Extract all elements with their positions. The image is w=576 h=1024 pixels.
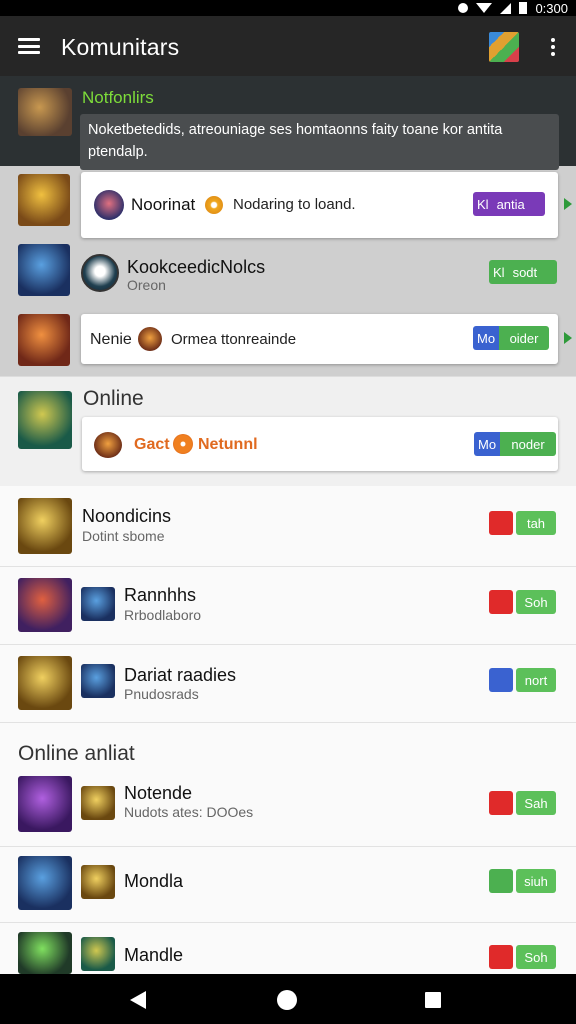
card-name: Noorinat: [131, 195, 196, 214]
player-name: Mandle: [124, 945, 184, 965]
chevron-right-icon[interactable]: [564, 332, 572, 344]
online-card[interactable]: Gact Netunnl Mo noder: [82, 417, 558, 471]
join-button[interactable]: Soh: [516, 590, 556, 614]
card-message: Ormea ttonreainde: [171, 331, 297, 348]
join-button[interactable]: Soh: [516, 945, 556, 969]
avatar: [138, 327, 162, 351]
featured-title[interactable]: Notfonlirs: [82, 88, 154, 108]
game-icon[interactable]: [489, 791, 513, 815]
status-bar: 0:300: [0, 0, 576, 16]
card-name: Nenie: [90, 331, 132, 348]
game-icon[interactable]: [489, 668, 513, 692]
back-icon[interactable]: [130, 991, 146, 1009]
featured-thumbnail[interactable]: [18, 88, 72, 136]
status-icon: [173, 434, 193, 454]
divider: [0, 644, 576, 645]
avatar: [81, 664, 115, 698]
card-text: Gact: [134, 436, 170, 453]
store-icon[interactable]: [489, 32, 519, 62]
player-name: Dariat raadies: [124, 665, 237, 685]
more-options-icon[interactable]: [550, 38, 556, 56]
menu-icon[interactable]: [18, 38, 40, 54]
game-thumbnail[interactable]: [18, 314, 70, 366]
online-section: Online Gact Netunnl Mo noder: [0, 376, 576, 486]
section-heading: Online anliat: [18, 742, 135, 765]
avatar: [81, 254, 119, 292]
status-time: 0:300: [535, 0, 568, 16]
cards-section: Noorinat Nodaring to loand. Kl antia Koo…: [0, 166, 576, 376]
game-thumbnail[interactable]: [18, 656, 72, 710]
game-thumbnail[interactable]: [18, 932, 72, 974]
chevron-right-icon[interactable]: [564, 198, 572, 210]
game-icon[interactable]: [489, 511, 513, 535]
divider: [0, 922, 576, 923]
join-button[interactable]: tah: [516, 511, 556, 535]
app-bar: Komunitars: [0, 16, 576, 76]
navigation-bar: [0, 974, 576, 1024]
player-status: Rrbodlaboro: [124, 607, 202, 623]
player-name: KookceedicNolcs: [127, 257, 266, 277]
card-message: Nodaring to loand.: [233, 196, 356, 213]
divider: [0, 846, 576, 847]
game-thumbnail[interactable]: [18, 776, 72, 832]
avatar: [81, 865, 115, 899]
friends-list: Noondicins Dotint sbome tah Rannhhs Rrbo…: [0, 486, 576, 974]
coin-icon: [205, 196, 223, 214]
game-thumbnail[interactable]: [18, 856, 72, 910]
player-status: Oreon: [127, 277, 166, 293]
divider: [0, 566, 576, 567]
game-thumbnail[interactable]: [18, 578, 72, 632]
player-name: Mondla: [124, 871, 184, 891]
game-icon[interactable]: [489, 869, 513, 893]
notification-card[interactable]: Nenie Ormea ttonreainde Mo oider: [81, 314, 558, 364]
message-button[interactable]: Mo noder: [474, 432, 556, 456]
add-button[interactable]: Kl sodt: [489, 260, 557, 284]
tooltip: Noketbetedids, atreouniage ses homtaonns…: [80, 114, 559, 170]
invite-button[interactable]: Kl antia: [473, 192, 545, 216]
player-name: Noondicins: [82, 506, 172, 526]
signal-icon: [500, 2, 512, 14]
player-status: Nudots ates: DOOes: [124, 804, 254, 820]
player-name: Notende: [124, 783, 193, 803]
player-status: Pnudosrads: [124, 686, 199, 702]
wifi-icon: [476, 3, 493, 13]
battery-icon: [519, 2, 528, 14]
section-heading: Online: [83, 387, 144, 410]
game-icon[interactable]: [489, 945, 513, 969]
player-status: Dotint sbome: [82, 528, 165, 544]
avatar: [94, 432, 122, 458]
home-icon[interactable]: [277, 990, 297, 1010]
join-button[interactable]: nort: [516, 668, 556, 692]
page-title: Komunitars: [61, 34, 180, 60]
game-icon[interactable]: [489, 590, 513, 614]
message-button[interactable]: Mo oider: [473, 326, 549, 350]
game-thumbnail[interactable]: [18, 391, 72, 449]
divider: [0, 722, 576, 723]
game-thumbnail[interactable]: [18, 244, 70, 296]
game-thumbnail[interactable]: [18, 498, 72, 554]
join-button[interactable]: siuh: [516, 869, 556, 893]
recent-apps-icon[interactable]: [425, 992, 441, 1008]
notification-card[interactable]: Noorinat Nodaring to loand. Kl antia: [81, 172, 558, 238]
join-button[interactable]: Sah: [516, 791, 556, 815]
notification-icon: [458, 3, 469, 13]
avatar: [81, 587, 115, 621]
avatar: [81, 937, 115, 971]
avatar: [94, 190, 124, 220]
game-thumbnail[interactable]: [18, 174, 70, 226]
player-name: Rannhhs: [124, 585, 197, 605]
avatar: [81, 786, 115, 820]
player-name: Netunnl: [198, 436, 258, 453]
